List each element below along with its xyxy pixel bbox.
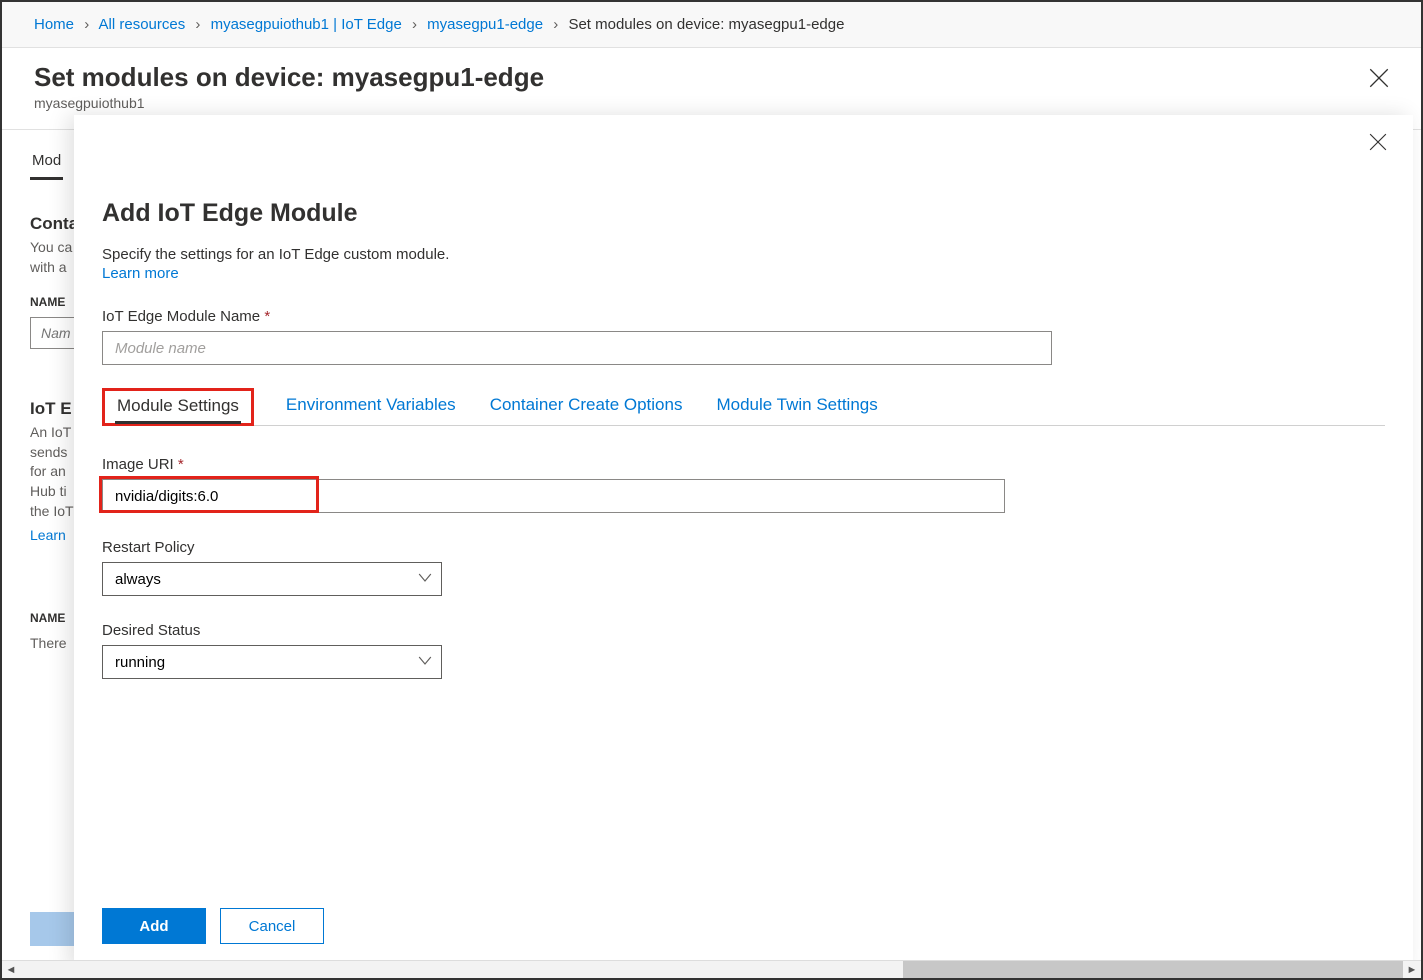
module-name-input[interactable] (102, 331, 1052, 365)
chevron-right-icon: › (412, 16, 417, 33)
module-name-label: IoT Edge Module Name * (102, 308, 1385, 325)
image-uri-label: Image URI * (102, 456, 1385, 473)
scrollbar-thumb[interactable] (903, 961, 1403, 979)
breadcrumb: Home › All resources › myasegpuiothub1 |… (2, 2, 1421, 48)
tab-environment-variables[interactable]: Environment Variables (284, 387, 458, 425)
restart-policy-label: Restart Policy (102, 539, 1385, 556)
desired-status-label: Desired Status (102, 622, 1385, 639)
image-uri-input[interactable] (102, 479, 1005, 513)
learn-more-link[interactable]: Learn more (102, 265, 179, 282)
close-icon[interactable] (1369, 68, 1389, 88)
add-button[interactable]: Add (102, 908, 206, 944)
page-title: Set modules on device: myasegpu1-edge (34, 62, 1389, 93)
desired-status-select[interactable]: running (102, 645, 442, 679)
blade-description: Specify the settings for an IoT Edge cus… (102, 246, 1385, 263)
restart-policy-select[interactable]: always (102, 562, 442, 596)
tab-module-twin-settings[interactable]: Module Twin Settings (714, 387, 879, 425)
breadcrumb-current: Set modules on device: myasegpu1-edge (568, 16, 844, 33)
blade-title: Add IoT Edge Module (102, 199, 1385, 228)
tab-container-create-options[interactable]: Container Create Options (488, 387, 685, 425)
chevron-right-icon: › (84, 16, 89, 33)
breadcrumb-hub[interactable]: myasegpuiothub1 | IoT Edge (211, 16, 402, 33)
cancel-button[interactable]: Cancel (220, 908, 324, 944)
bg-tab-modules[interactable]: Mod (30, 144, 63, 180)
breadcrumb-all-resources[interactable]: All resources (99, 16, 186, 33)
page-subtitle: myasegpuiothub1 (34, 95, 1389, 111)
chevron-right-icon: › (553, 16, 558, 33)
scroll-right-icon[interactable]: ► (1403, 964, 1421, 976)
blade-close-icon[interactable] (1369, 133, 1387, 151)
add-module-blade: Add IoT Edge Module Specify the settings… (74, 115, 1413, 970)
horizontal-scrollbar[interactable]: ◄ ► (2, 960, 1421, 978)
scroll-left-icon[interactable]: ◄ (2, 964, 20, 976)
breadcrumb-device[interactable]: myasegpu1-edge (427, 16, 543, 33)
tab-module-settings[interactable]: Module Settings (115, 388, 241, 424)
blade-tabs: Module Settings Environment Variables Co… (102, 387, 1385, 426)
breadcrumb-home[interactable]: Home (34, 16, 74, 33)
chevron-right-icon: › (195, 16, 200, 33)
